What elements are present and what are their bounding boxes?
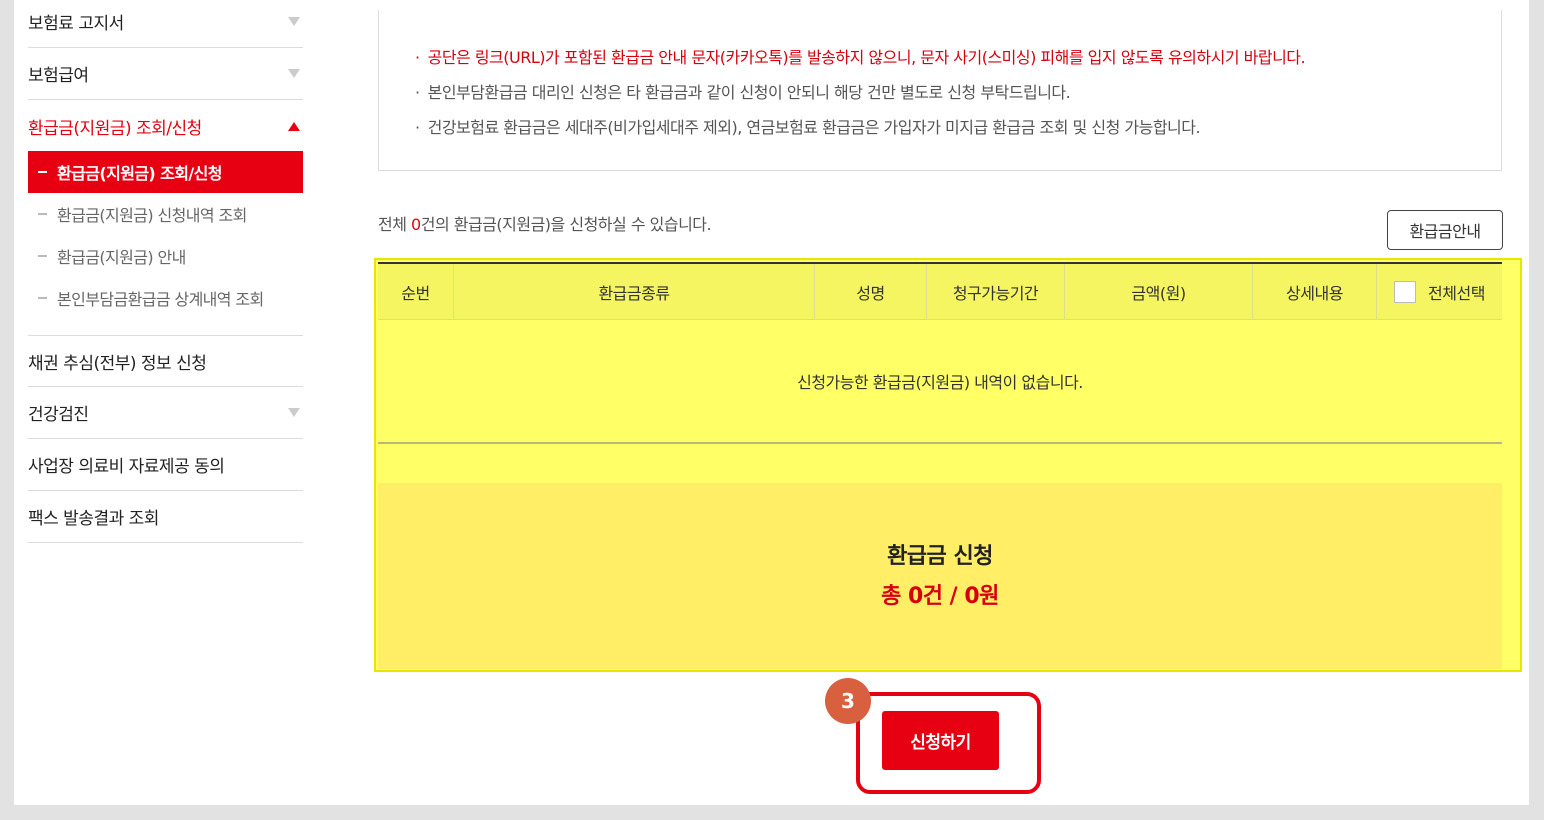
apply-summary-box: 환급금 신청 총 0건 / 0원 bbox=[378, 483, 1502, 669]
refund-count-text: 전체 0건의 환급금(지원금)을 신청하실 수 있습니다. bbox=[378, 211, 712, 235]
sidebar-item-health-checkup[interactable]: 건강검진 bbox=[28, 387, 303, 439]
notice-text: 공단은 링크(URL)가 포함된 환급금 안내 문자(카카오톡)를 발송하지 않… bbox=[427, 48, 1306, 67]
chevron-down-icon bbox=[287, 406, 301, 420]
notice-item: · 본인부담환급금 대리인 신청은 타 환급금과 같이 신청이 안되니 해당 건만… bbox=[415, 79, 1071, 103]
submenu-item-refund-history[interactable]: 환급금(지원금) 신청내역 조회 bbox=[28, 193, 303, 235]
sidebar-item-refund[interactable]: 환급금(지원금) 조회/신청 bbox=[28, 100, 303, 152]
chevron-down-icon bbox=[287, 67, 301, 81]
apply-summary-title: 환급금 신청 bbox=[887, 544, 993, 569]
step-number-badge: 3 bbox=[825, 678, 871, 724]
submenu-item-label: 환급금(지원금) 조회/신청 bbox=[57, 164, 222, 183]
notice-text: 본인부담환급금 대리인 신청은 타 환급금과 같이 신청이 안되니 해당 건만 … bbox=[427, 83, 1071, 102]
bullet: · bbox=[415, 83, 420, 102]
apply-summary-total: 총 0건 / 0원 bbox=[881, 584, 999, 609]
sidebar-item-label: 팩스 발송결과 조회 bbox=[28, 509, 159, 529]
sidebar-item-label: 사업장 의료비 자료제공 동의 bbox=[28, 457, 225, 477]
dash-icon bbox=[38, 171, 47, 173]
submenu-item-refund-guide[interactable]: 환급금(지원금) 안내 bbox=[28, 235, 303, 277]
select-all-checkbox[interactable] bbox=[1394, 281, 1417, 303]
sidebar-item-label: 환급금(지원금) 조회/신청 bbox=[28, 118, 202, 139]
sidebar-item-medical-consent[interactable]: 사업장 의료비 자료제공 동의 bbox=[28, 439, 303, 491]
submenu-item-label: 환급금(지원금) 신청내역 조회 bbox=[57, 206, 247, 225]
count-suffix: 건의 환급금(지원금)을 신청하실 수 있습니다. bbox=[420, 215, 712, 234]
sidebar-item-benefits[interactable]: 보험급여 bbox=[28, 48, 303, 100]
table-empty-row: 신청가능한 환급금(지원금) 내역이 없습니다. bbox=[378, 320, 1502, 444]
table-header: 순번 환급금종류 성명 청구가능기간 금액(원) 상세내용 전체선택 bbox=[378, 262, 1502, 320]
sidebar-item-premium-notice[interactable]: 보험료 고지서 bbox=[28, 0, 303, 48]
dash-icon bbox=[38, 255, 47, 257]
refund-count: 0 bbox=[411, 215, 421, 234]
column-header-type: 환급금종류 bbox=[454, 264, 815, 320]
notice-item: · 건강보험료 환급금은 세대주(비가입세대주 제외), 연금보험료 환급금은 가… bbox=[415, 114, 1201, 138]
submenu-item-refund-inquiry[interactable]: 환급금(지원금) 조회/신청 bbox=[28, 151, 303, 193]
sidebar-item-label: 보험료 고지서 bbox=[28, 14, 124, 34]
select-all-label: 전체선택 bbox=[1428, 284, 1485, 303]
apply-button[interactable]: 신청하기 bbox=[882, 711, 999, 770]
submenu-item-label: 환급금(지원금) 안내 bbox=[57, 248, 186, 267]
submenu-item-offset-history[interactable]: 본인부담금환급금 상계내역 조회 bbox=[28, 277, 303, 319]
column-header-detail: 상세내용 bbox=[1253, 264, 1377, 320]
sidebar-item-label: 보험급여 bbox=[28, 66, 89, 86]
dash-icon bbox=[38, 297, 47, 299]
bullet: · bbox=[415, 118, 420, 137]
column-header-select-all: 전체선택 bbox=[1377, 264, 1502, 320]
count-prefix: 전체 bbox=[378, 215, 412, 234]
dash-icon bbox=[38, 213, 47, 215]
chevron-up-icon bbox=[287, 119, 301, 133]
submenu-item-label: 본인부담금환급금 상계내역 조회 bbox=[57, 290, 264, 309]
sidebar-item-label: 건강검진 bbox=[28, 405, 89, 425]
notice-box: · 공단은 링크(URL)가 포함된 환급금 안내 문자(카카오톡)를 발송하지 … bbox=[378, 10, 1502, 171]
bullet: · bbox=[415, 48, 420, 67]
notice-text: 건강보험료 환급금은 세대주(비가입세대주 제외), 연금보험료 환급금은 가입… bbox=[427, 118, 1201, 137]
notice-item: · 공단은 링크(URL)가 포함된 환급금 안내 문자(카카오톡)를 발송하지 … bbox=[415, 44, 1306, 68]
sidebar-item-fax-result[interactable]: 팩스 발송결과 조회 bbox=[28, 491, 303, 543]
sidebar-item-label: 채권 추심(전부) 정보 신청 bbox=[28, 353, 207, 374]
column-header-seq: 순번 bbox=[378, 264, 454, 320]
sidebar-item-debt-collection[interactable]: 채권 추심(전부) 정보 신청 bbox=[28, 335, 303, 387]
column-header-period: 청구가능기간 bbox=[927, 264, 1065, 320]
column-header-amount: 금액(원) bbox=[1065, 264, 1253, 320]
chevron-down-icon bbox=[287, 15, 301, 29]
refund-guide-button[interactable]: 환급금안내 bbox=[1387, 210, 1503, 250]
column-header-name: 성명 bbox=[815, 264, 927, 320]
